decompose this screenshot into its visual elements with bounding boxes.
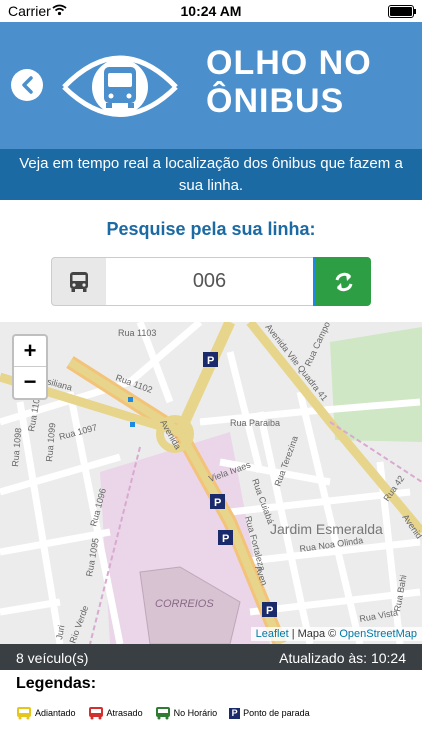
stop-icon: P	[229, 707, 241, 719]
zoom-in-button[interactable]: +	[14, 336, 46, 367]
line-search-group	[51, 257, 371, 306]
stop-marker[interactable]: P	[266, 605, 273, 617]
legend-label: Adiantado	[35, 708, 76, 718]
green-bus-icon	[155, 707, 170, 720]
brand-line-2: ÔNIBUS	[206, 82, 345, 120]
tagline: Veja em tempo real a localização dos ôni…	[0, 149, 422, 200]
map-label: Rua 1103	[118, 328, 156, 338]
legend-item-no-horario: No Horário	[155, 706, 218, 720]
status-bar: Carrier 10:24 AM	[0, 0, 422, 22]
stop-marker[interactable]: P	[207, 355, 214, 367]
zoom-out-button[interactable]: −	[14, 367, 46, 397]
brand-line-1: OLHO NO	[206, 44, 372, 82]
brand-title: OLHO NO ÔNIBUS	[206, 44, 372, 120]
bus-map[interactable]: P P P P Rua 1103 Rua 1102 Rua 1101 Rua 1…	[0, 322, 422, 644]
legend-item-atrasado: Atrasado	[88, 706, 143, 720]
legend-title: Legendas:	[16, 675, 97, 692]
red-bus-icon	[88, 707, 103, 720]
map-canvas[interactable]: P P P P Rua 1103 Rua 1102 Rua 1101 Rua 1…	[0, 322, 422, 644]
info-bar: 8 veículo(s) Atualizado às: 10:24	[0, 644, 422, 670]
map-label: Rua Paraiba	[230, 418, 280, 428]
refresh-button[interactable]	[316, 257, 371, 306]
osm-link[interactable]: OpenStreetMap	[339, 628, 417, 640]
attribution-text: | Mapa ©	[288, 628, 340, 640]
poi-label: CORREIOS	[155, 598, 214, 610]
neighborhood-label: Jardim Esmeralda	[270, 521, 383, 537]
stop-marker[interactable]: P	[222, 533, 229, 545]
stop-marker[interactable]: P	[214, 497, 221, 509]
updated-time: Atualizado às: 10:24	[279, 650, 406, 666]
legend-label: No Horário	[173, 708, 218, 718]
clock: 10:24 AM	[180, 3, 242, 19]
legend: Adiantado Atrasado No Horário P Ponto de…	[16, 706, 416, 720]
chevron-left-icon	[22, 76, 33, 94]
refresh-icon	[335, 272, 352, 291]
map-attribution: Leaflet | Mapa © OpenStreetMap	[250, 627, 422, 641]
bus-addon	[51, 257, 107, 306]
battery-icon	[388, 5, 416, 18]
leaflet-link[interactable]: Leaflet	[256, 628, 289, 640]
bus-icon	[70, 271, 88, 292]
search-title: Pesquise pela sua linha:	[106, 219, 316, 239]
legend-item-adiantado: Adiantado	[16, 706, 76, 720]
yellow-bus-icon	[17, 707, 31, 720]
zoom-control: + −	[12, 334, 48, 400]
legend-item-ponto: P Ponto de parada	[229, 707, 310, 719]
legend-label: Ponto de parada	[243, 708, 310, 718]
vehicle-count: 8 veículo(s)	[16, 650, 89, 666]
line-number-input[interactable]	[106, 257, 314, 306]
legend-label: Atrasado	[106, 708, 143, 718]
eye-bus-logo-icon	[62, 55, 178, 117]
back-button[interactable]	[11, 69, 43, 101]
app-header: OLHO NO ÔNIBUS	[0, 22, 422, 149]
